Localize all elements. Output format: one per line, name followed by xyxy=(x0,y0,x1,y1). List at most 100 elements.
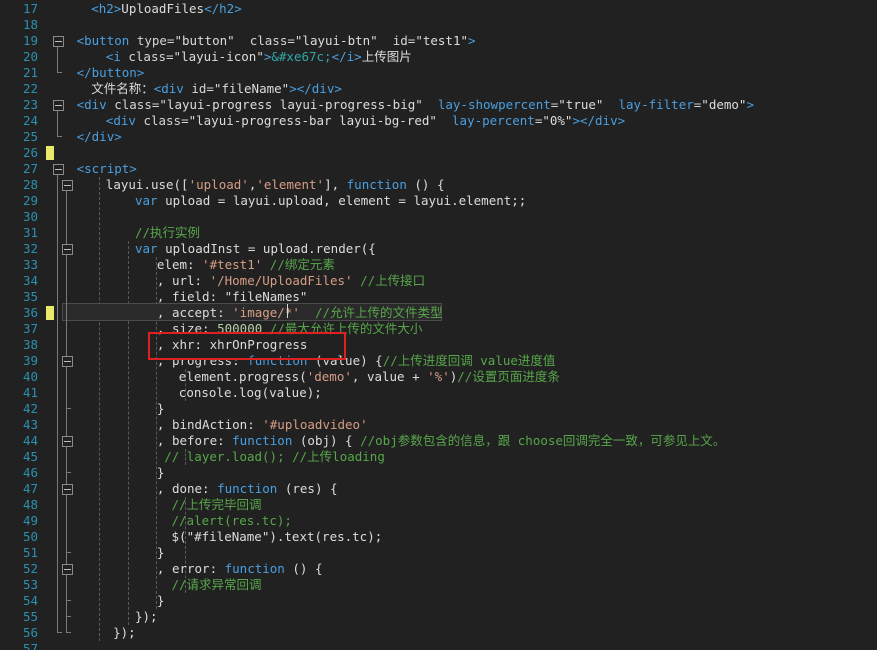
code-line-37[interactable]: , size: 500000 //最大允许上传的文件大小 xyxy=(157,321,422,337)
line-number-35: 35 xyxy=(22,289,38,304)
fold-marker-line-23-rail xyxy=(57,108,62,137)
token-plain: , accept: xyxy=(156,305,233,320)
code-line-28[interactable]: layui.use(['upload','element'], function… xyxy=(106,177,445,193)
code-line-52[interactable]: , error: function () { xyxy=(157,561,323,577)
code-line-35[interactable]: , field: "fileNames" xyxy=(157,289,308,305)
token-plain: } xyxy=(156,545,165,560)
token-str: '%' xyxy=(427,369,450,384)
fold-marker-line-44-rail xyxy=(66,444,71,473)
code-line-21[interactable]: </button> xyxy=(77,65,145,81)
fold-marker-line-39[interactable] xyxy=(62,356,73,367)
line-number-20: 20 xyxy=(22,49,38,64)
code-line-46[interactable]: } xyxy=(157,465,165,481)
line-number-44: 44 xyxy=(22,433,38,448)
code-line-39[interactable]: , progress: function (value) {//上传进度回调 v… xyxy=(157,353,556,369)
code-editor[interactable]: <h2>UploadFiles</h2> <button type="button… xyxy=(0,0,877,650)
token-tag: <button xyxy=(76,33,137,48)
code-line-48[interactable]: //上传完毕回调 xyxy=(172,497,262,513)
token-comment: //绑定元素 xyxy=(269,257,335,272)
token-str: 'upload' xyxy=(188,177,249,192)
token-kw: function xyxy=(247,353,308,368)
line-number-29: 29 xyxy=(22,193,38,208)
token-comment: //alert(res.tc); xyxy=(171,513,292,528)
code-line-38[interactable]: , xhr: xhrOnProgress xyxy=(157,337,308,353)
code-line-50[interactable]: $("#fileName").text(res.tc); xyxy=(172,529,383,545)
token-kw: function xyxy=(346,177,407,192)
code-line-53[interactable]: //请求异常回调 xyxy=(172,577,262,593)
code-line-23[interactable]: <div class="layui-progress layui-progres… xyxy=(77,97,754,113)
token-plain: , done: xyxy=(156,481,218,496)
code-line-25[interactable]: </div> xyxy=(77,129,122,145)
code-line-19[interactable]: <button type="button" class="layui-btn" … xyxy=(77,33,476,49)
code-line-41[interactable]: console.log(value); xyxy=(179,385,322,401)
token-plain: , error: xyxy=(156,561,225,576)
token-tag: > xyxy=(468,33,476,48)
code-line-22[interactable]: 文件名称：<div id="fileName"></div> xyxy=(91,81,342,97)
token-plain: 上传图片 xyxy=(361,49,412,64)
token-kw: function xyxy=(232,433,293,448)
token-plain: } xyxy=(156,465,165,480)
code-line-49[interactable]: //alert(res.tc); xyxy=(172,513,292,529)
token-plain: () { xyxy=(406,177,445,192)
token-plain: (obj) { xyxy=(292,433,361,448)
code-line-54[interactable]: } xyxy=(157,593,165,609)
code-line-42[interactable]: } xyxy=(157,401,165,417)
code-line-31[interactable]: //执行实例 xyxy=(135,225,200,241)
line-number-30: 30 xyxy=(22,209,38,224)
token-attr: class= xyxy=(143,113,189,128)
text-cursor xyxy=(287,304,288,318)
code-line-56[interactable]: }); xyxy=(113,625,136,641)
line-number-18: 18 xyxy=(22,17,38,32)
code-line-47[interactable]: , done: function (res) { xyxy=(157,481,338,497)
fold-marker-line-27[interactable] xyxy=(53,164,64,175)
code-line-40[interactable]: element.progress('demo', value + '%')//设… xyxy=(179,369,560,385)
line-number-28: 28 xyxy=(22,177,38,192)
code-line-33[interactable]: elem: '#test1' //绑定元素 xyxy=(157,257,335,273)
code-line-17[interactable]: <h2>UploadFiles</h2> xyxy=(91,1,242,17)
fold-marker-line-32[interactable] xyxy=(62,244,73,255)
fold-marker-line-28[interactable] xyxy=(62,180,73,191)
fold-marker-line-19[interactable] xyxy=(53,36,64,47)
line-number-17: 17 xyxy=(22,1,38,16)
code-line-45[interactable]: // layer.load(); //上传loading xyxy=(164,449,385,465)
token-comment: //最大允许上传的文件大小 xyxy=(269,321,423,336)
line-number-37: 37 xyxy=(22,321,38,336)
code-line-36[interactable]: , accept: 'image/*' //允许上传的文件类型 xyxy=(157,305,443,321)
line-number-34: 34 xyxy=(22,273,38,288)
token-tag: ></div> xyxy=(289,81,342,96)
code-line-20[interactable]: <i class="layui-icon">&#xe67c;</i>上传图片 xyxy=(106,49,412,65)
fold-marker-line-47[interactable] xyxy=(62,484,73,495)
code-line-29[interactable]: var upload = layui.upload, element = lay… xyxy=(135,193,526,209)
code-line-27[interactable]: <script> xyxy=(77,161,137,177)
code-line-55[interactable]: }); xyxy=(135,609,158,625)
token-plain: } xyxy=(156,401,165,416)
line-number-49: 49 xyxy=(22,513,38,528)
token-str: '#uploadvideo' xyxy=(262,417,368,432)
token-tag: <i xyxy=(105,49,129,64)
code-line-51[interactable]: } xyxy=(157,545,165,561)
code-content[interactable]: <h2>UploadFiles</h2> <button type="button… xyxy=(0,0,877,650)
code-line-44[interactable]: , before: function (obj) { //obj参数包含的信息，… xyxy=(157,433,726,449)
line-number-48: 48 xyxy=(22,497,38,512)
token-str: 'image/*' xyxy=(232,305,300,320)
fold-marker-line-47-rail xyxy=(66,492,71,553)
fold-marker-line-44[interactable] xyxy=(62,436,73,447)
code-line-43[interactable]: , bindAction: '#uploadvideo' xyxy=(157,417,368,433)
token-str-w: "button" xyxy=(174,33,235,48)
token-attr: type= xyxy=(136,33,175,48)
token-plain: , url: xyxy=(156,273,210,288)
token-str: '/Home/UploadFiles' xyxy=(209,273,353,288)
code-line-32[interactable]: var uploadInst = upload.render({ xyxy=(135,241,376,257)
code-line-24[interactable]: <div class="layui-progress-bar layui-bg-… xyxy=(106,113,625,129)
token-str-w: "layui-progress layui-progress-big" xyxy=(159,97,423,112)
token-comment: //请求异常回调 xyxy=(171,577,262,592)
token-plain: , xhr: xhrOnProgress xyxy=(156,337,308,352)
fold-marker-line-52[interactable] xyxy=(62,564,73,575)
token-str-w: "#fileName" xyxy=(186,529,270,544)
fold-marker-line-23[interactable] xyxy=(53,100,64,111)
line-number-53: 53 xyxy=(22,577,38,592)
code-line-34[interactable]: , url: '/Home/UploadFiles' //上传接口 xyxy=(157,273,425,289)
